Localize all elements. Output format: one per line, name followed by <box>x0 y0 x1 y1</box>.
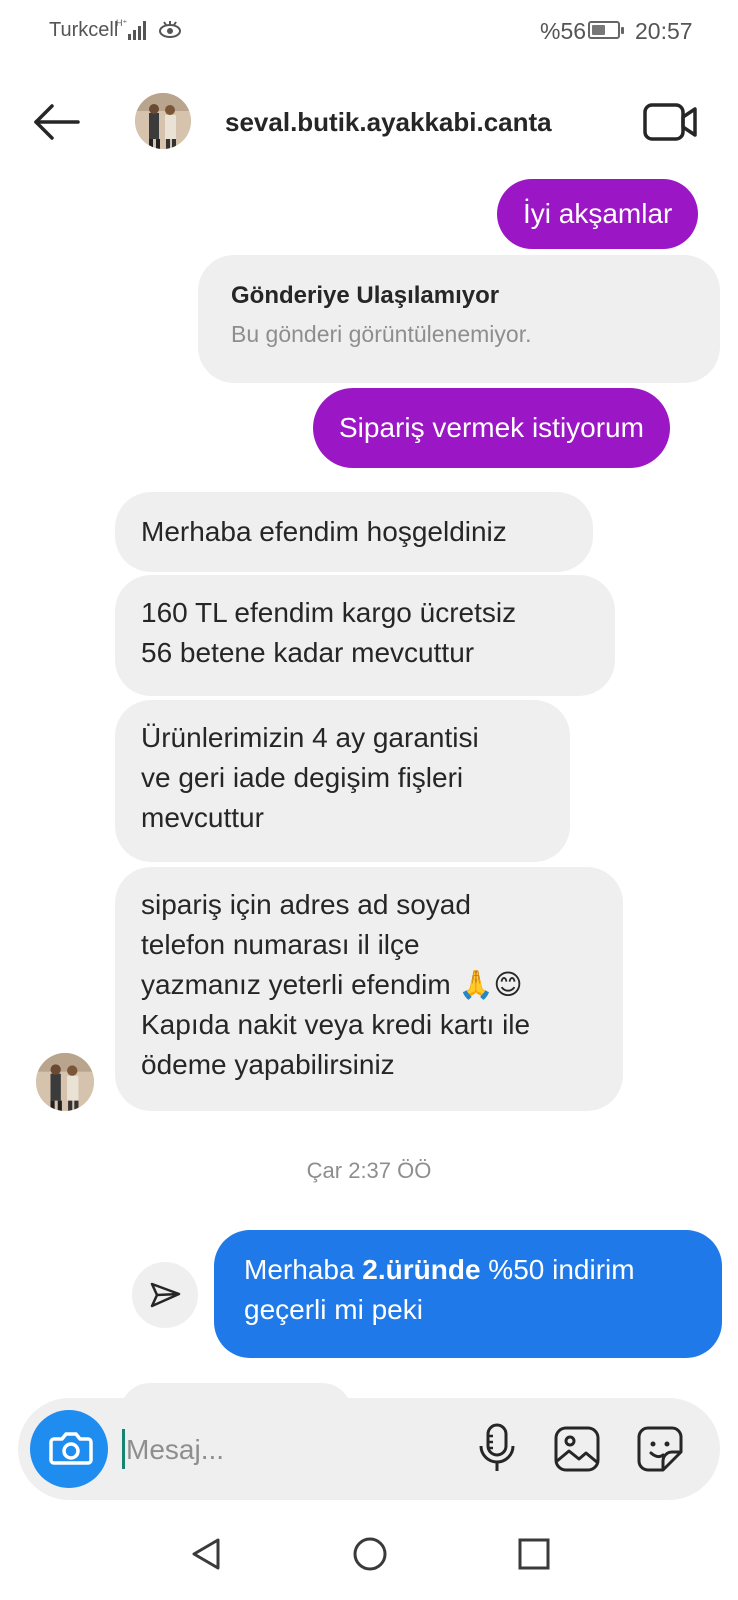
message-line: yazmanız yeterli efendim 🙏😊 <box>141 969 523 1000</box>
gallery-icon[interactable] <box>553 1425 601 1473</box>
sender-avatar[interactable] <box>36 1053 94 1111</box>
shared-post-title: Gönderiye Ulaşılamıyor <box>231 282 500 309</box>
message-outgoing[interactable]: Merhaba 2.üründe %50 indirim geçerli mi … <box>214 1230 722 1358</box>
message-line: Kapıda nakit veya kredi kartı ile <box>141 1009 531 1040</box>
message-line: 160 TL efendim kargo ücretsiz <box>141 597 517 628</box>
message-incoming[interactable]: sipariş için adres ad soyad telefon numa… <box>115 867 623 1111</box>
profile-photo-icon <box>135 93 191 149</box>
nav-recent-apps-icon[interactable] <box>516 1536 552 1572</box>
message-incoming[interactable]: 160 TL efendim kargo ücretsiz 56 betene … <box>115 575 615 696</box>
camera-button[interactable] <box>30 1410 108 1488</box>
profile-photo-icon <box>36 1053 94 1111</box>
carrier-name: Turkcell <box>49 19 119 41</box>
message-input[interactable] <box>126 1428 426 1472</box>
message-outgoing[interactable]: İyi akşamlar <box>497 179 699 249</box>
text-cursor <box>122 1429 125 1469</box>
message-incoming[interactable]: Merhaba efendim hoşgeldiniz <box>115 492 593 572</box>
message-incoming[interactable]: Ürünlerimizin 4 ay garantisi ve geri iad… <box>115 700 570 862</box>
battery-percent: %56 <box>540 18 587 44</box>
clock: 20:57 <box>635 18 693 44</box>
svg-text:H⁺: H⁺ <box>116 18 127 28</box>
status-bar: Turkcell H⁺ %56 20:57 <box>0 0 738 64</box>
camera-icon <box>49 1432 93 1465</box>
shared-post-subtitle: Bu gönderi görüntülenemiyor. <box>231 321 532 347</box>
message-text: %50 indirim <box>480 1254 635 1285</box>
message-line: telefon numarası il ilçe <box>141 929 420 960</box>
share-button[interactable] <box>132 1262 198 1328</box>
message-line: sipariş için adres ad soyad <box>141 889 471 920</box>
microphone-icon[interactable] <box>475 1422 519 1474</box>
message-line: ve geri iade degişim fişleri <box>141 762 464 793</box>
message-outgoing[interactable]: Sipariş vermek istiyorum <box>313 388 670 468</box>
sticker-icon[interactable] <box>636 1425 684 1473</box>
chat-username[interactable]: seval.butik.ayakkabi.canta <box>225 107 552 138</box>
message-line: ödeme yapabilirsiniz <box>141 1049 395 1080</box>
message-line: Merhaba 2.üründe %50 indirim <box>244 1250 692 1290</box>
arrow-left-icon[interactable] <box>32 100 82 144</box>
battery-fill <box>592 25 606 35</box>
message-line: geçerli mi peki <box>244 1294 423 1325</box>
message-line: Ürünlerimizin 4 ay garantisi <box>141 722 479 753</box>
eye-comfort-icon <box>159 21 181 38</box>
nav-home-icon[interactable] <box>350 1534 390 1574</box>
message-bold-text: 2.üründe <box>362 1254 481 1285</box>
nav-back-icon[interactable] <box>186 1534 226 1574</box>
battery-icon <box>588 21 624 39</box>
message-text: Merhaba <box>244 1254 363 1285</box>
message-line: mevcuttur <box>141 802 264 833</box>
shared-post-unavailable[interactable]: Gönderiye Ulaşılamıyor Bu gönderi görünt… <box>198 255 720 383</box>
send-icon <box>150 1282 181 1308</box>
message-line: 56 betene kadar mevcuttur <box>141 637 475 668</box>
avatar[interactable] <box>135 93 191 149</box>
video-camera-icon[interactable] <box>642 100 700 144</box>
signal-icon: H⁺ <box>116 18 146 40</box>
message-timestamp: Çar 2:37 ÖÖ <box>306 1158 432 1183</box>
